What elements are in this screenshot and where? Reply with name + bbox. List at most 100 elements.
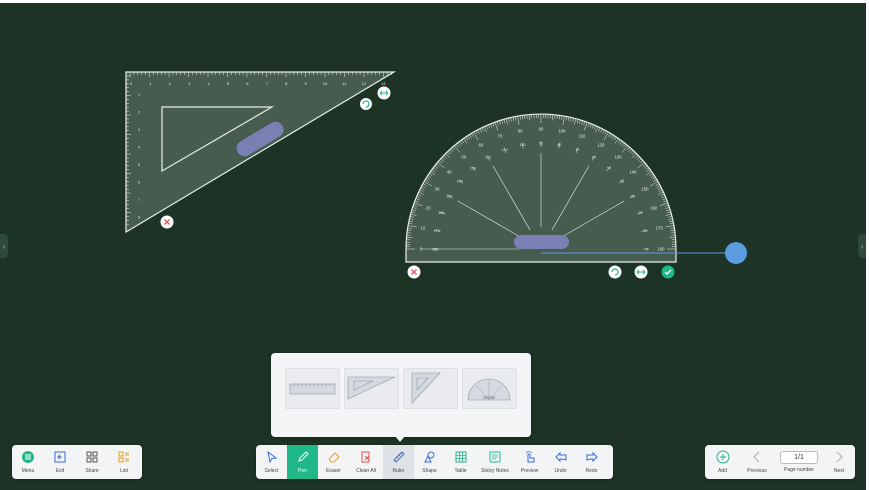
- chevron-left-icon: [753, 451, 760, 463]
- chevron-right-icon: [836, 451, 843, 463]
- protractor-outer-label: 40: [447, 169, 452, 174]
- triangle-ruler-30-60-icon: [347, 376, 396, 400]
- protractor-outer-label: 110: [579, 134, 586, 139]
- protractor-inner-label: 20: [639, 211, 643, 215]
- cursor-icon: [266, 450, 277, 464]
- protractor-inner-label: 180: [432, 248, 438, 252]
- protractor-flip-button[interactable]: [634, 265, 648, 279]
- protractor-inner-label: 130: [470, 166, 476, 170]
- main-shape-label: Shape: [422, 468, 437, 474]
- protractor-measure-knob[interactable]: [725, 242, 747, 264]
- main-select-label: Select: [264, 468, 279, 474]
- protractor-option[interactable]: [462, 368, 517, 409]
- triangle-tick-label: 12: [362, 81, 367, 86]
- protractor-inner-label: 40: [620, 179, 624, 183]
- menu-icon: [22, 451, 34, 463]
- triangle-side-tick-label: 8: [138, 216, 140, 220]
- straight-ruler-option[interactable]: [285, 368, 340, 409]
- triangle-side-tick-label: 2: [138, 111, 140, 115]
- protractor-inner-label: 110: [502, 148, 508, 152]
- left-share-button[interactable]: Share: [76, 445, 108, 479]
- triangle-tick-label: 13: [381, 81, 386, 86]
- protractor-inner-label: 170: [434, 229, 440, 233]
- triangle-side-tick-label: 6: [138, 181, 140, 185]
- main-clean-all-label: Clean All: [356, 468, 376, 474]
- main-pen-button[interactable]: Pen: [287, 445, 318, 479]
- protractor-inner-label: 120: [485, 156, 491, 160]
- left-menu-button[interactable]: Menu: [12, 445, 44, 479]
- main-select-button[interactable]: Select: [256, 445, 287, 479]
- main-sticky-notes-label: Sticky Notes: [481, 468, 509, 474]
- protractor-outer-label: 30: [435, 187, 440, 192]
- left-list-button[interactable]: List: [108, 445, 140, 479]
- protractor-outer-label: 180: [658, 247, 666, 252]
- left-toolbar: Menu Exit Share List: [12, 445, 142, 479]
- protractor-confirm-button[interactable]: [661, 265, 675, 279]
- protractor-inner-label: 80: [557, 143, 561, 147]
- exit-icon: [54, 451, 66, 463]
- triangle-30-60-option[interactable]: [344, 368, 399, 409]
- main-table-button[interactable]: Table: [445, 445, 476, 479]
- protractor-outer-label: 60: [479, 143, 484, 148]
- clean-all-icon: [361, 451, 370, 463]
- triangle-rotate-button[interactable]: [360, 98, 372, 110]
- protractor-rotate-button[interactable]: [608, 265, 622, 279]
- protractor-outer-label: 80: [518, 128, 523, 133]
- protractor-inner-label: 30: [631, 195, 635, 199]
- protractor-outer-label: 50: [462, 155, 467, 160]
- protractor-close-button[interactable]: [407, 265, 421, 279]
- ruler-icon: [392, 451, 405, 463]
- protractor-outer-label: 140: [629, 169, 637, 174]
- main-undo-label: Undo: [554, 468, 567, 474]
- add-page-button[interactable]: Add: [707, 445, 738, 479]
- protractor-outer-label: 150: [641, 187, 649, 192]
- ruler-picker-popup: [271, 353, 531, 437]
- protractor-outer-label: 20: [426, 205, 431, 210]
- page-number-field[interactable]: 1/1 Page number: [777, 445, 821, 479]
- protractor-inner-label: 100: [520, 143, 526, 147]
- main-eraser-button[interactable]: Eraser: [318, 445, 349, 479]
- left-list-label: List: [120, 468, 128, 474]
- add-icon: [716, 450, 729, 464]
- protractor-drag-handle[interactable]: [514, 235, 569, 249]
- protractor-outer-label: 10: [420, 226, 425, 231]
- page-number-value[interactable]: 1/1: [780, 451, 818, 464]
- triangle-side-tick-label: 7: [138, 198, 140, 202]
- main-preview-button[interactable]: Preview: [514, 445, 545, 479]
- next-page-button[interactable]: Next: [825, 445, 853, 479]
- protractor-outer-label: 120: [598, 143, 606, 148]
- page-number-label: Page number: [783, 467, 815, 473]
- straight-ruler-icon: [289, 383, 336, 395]
- protractor[interactable]: 0 10 20 30 40 50 60 70 80 90 100 110 120 130 140 150 160…: [405, 113, 677, 263]
- main-preview-label: Preview: [520, 468, 539, 474]
- main-sticky-notes-button[interactable]: Sticky Notes: [476, 445, 514, 479]
- triangle-side-tick-label: 5: [138, 163, 140, 167]
- protractor-outer-label: 100: [558, 128, 566, 133]
- protractor-inner-label: 60: [592, 156, 596, 160]
- popup-caret: [395, 436, 405, 442]
- main-undo-button[interactable]: Undo: [545, 445, 576, 479]
- protractor-outer-label: 70: [498, 134, 503, 139]
- main-redo-label: Redo: [585, 468, 598, 474]
- left-exit-button[interactable]: Exit: [44, 445, 76, 479]
- main-ruler-button[interactable]: Ruler: [383, 445, 414, 479]
- main-redo-button[interactable]: Redo: [576, 445, 607, 479]
- previous-page-button[interactable]: Previous: [738, 445, 776, 479]
- main-ruler-label: Ruler: [392, 468, 405, 474]
- main-clean-all-button[interactable]: Clean All: [349, 445, 383, 479]
- protractor-inner-label: 70: [575, 148, 579, 152]
- app-window: ‹ › 0 1 2 3 4 5 6 7 8 9 10 11 12 13 12345678: [0, 0, 869, 490]
- protractor-outer-label: 170: [656, 226, 664, 231]
- main-table-label: Table: [454, 468, 467, 474]
- triangle-45-option[interactable]: [403, 368, 458, 409]
- main-pen-label: Pen: [298, 468, 307, 474]
- triangle-flip-button[interactable]: [377, 86, 391, 100]
- pen-icon: [297, 451, 309, 462]
- main-shape-button[interactable]: Shape: [414, 445, 445, 479]
- triangle-side-tick-label: 1: [138, 93, 140, 97]
- triangle-close-button[interactable]: [160, 215, 174, 229]
- triangle-ruler[interactable]: 0 1 2 3 4 5 6 7 8 9 10 11 12 13 12345678: [125, 71, 397, 234]
- shape-icon: [423, 451, 434, 463]
- triangle-tick-label: 10: [323, 81, 328, 86]
- triangle-side-tick-label: 4: [138, 146, 140, 150]
